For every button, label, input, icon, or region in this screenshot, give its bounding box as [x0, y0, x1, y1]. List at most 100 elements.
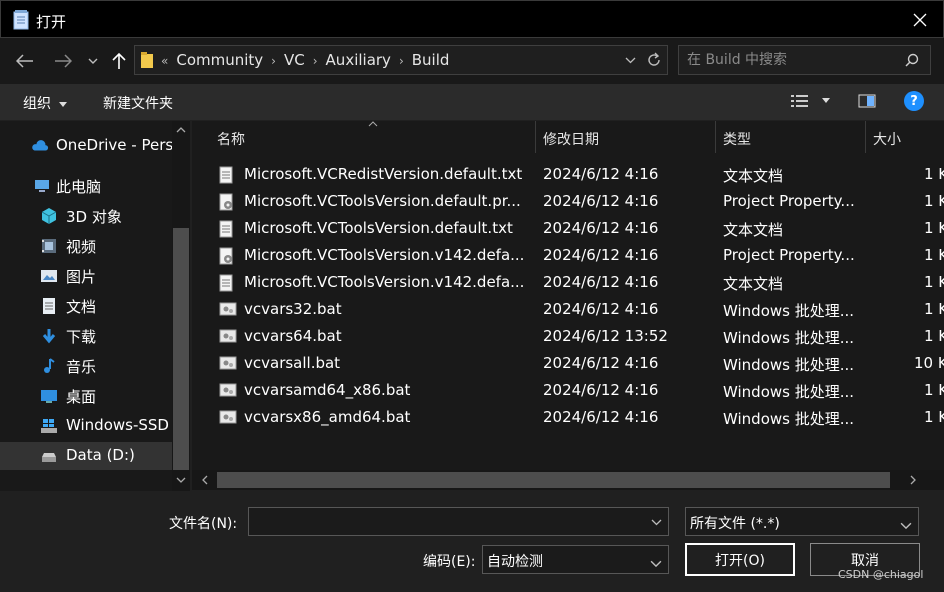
file-type-filter-select[interactable]: 所有文件 (*.*): [685, 507, 919, 536]
file-row[interactable]: Microsoft.VCToolsVersion.v142.defa... 202…: [192, 242, 944, 269]
encoding-value: 自动检测: [487, 554, 543, 570]
column-header-name[interactable]: 名称: [217, 129, 245, 149]
chevron-right-icon[interactable]: ›: [313, 51, 318, 71]
watermark-text: CSDN @chiagol: [838, 568, 924, 581]
address-dropdown-icon[interactable]: [625, 57, 636, 64]
file-name: Microsoft.VCToolsVersion.default.txt: [244, 219, 513, 237]
file-row[interactable]: Microsoft.VCToolsVersion.v142.defa... 202…: [192, 269, 944, 296]
file-name: vcvars32.bat: [244, 300, 342, 318]
forward-button[interactable]: [48, 46, 78, 76]
breadcrumb-build[interactable]: Build: [412, 51, 450, 71]
cube-icon: [41, 208, 57, 224]
breadcrumb-vc[interactable]: VC: [284, 51, 305, 71]
file-row[interactable]: Microsoft.VCToolsVersion.default.txt 2024…: [192, 215, 944, 242]
sidebar-item-music[interactable]: 音乐: [0, 352, 172, 380]
sidebar-item-label: Data (D:): [66, 446, 135, 464]
download-icon: [42, 329, 56, 344]
scroll-down-icon[interactable]: [176, 477, 186, 483]
open-button[interactable]: 打开(O): [685, 543, 795, 576]
file-type: Windows 批处理...: [723, 329, 855, 347]
file-row[interactable]: vcvarsx86_amd64.bat 2024/6/12 4:16 Windows…: [192, 404, 944, 431]
sidebar-item-data-d[interactable]: Data (D:): [0, 442, 172, 470]
file-name: vcvars64.bat: [244, 327, 342, 345]
sidebar-item-desktop[interactable]: 桌面: [0, 382, 172, 410]
cloud-icon: [32, 140, 49, 151]
sidebar-item-3d-objects[interactable]: 3D 对象: [0, 202, 172, 230]
sidebar-item-onedrive[interactable]: OneDrive - Pers: [0, 132, 172, 160]
column-divider[interactable]: [535, 121, 536, 153]
column-header-size[interactable]: 大小: [873, 129, 901, 149]
search-box[interactable]: [678, 45, 931, 75]
file-row[interactable]: vcvars64.bat 2024/6/12 13:52 Windows 批处理..…: [192, 323, 944, 350]
file-row[interactable]: Microsoft.VCRedistVersion.default.txt 202…: [192, 161, 944, 188]
sidebar-item-this-pc[interactable]: 此电脑: [0, 172, 172, 200]
folder-icon: [141, 52, 153, 68]
column-header-modified[interactable]: 修改日期: [543, 129, 599, 149]
file-name: Microsoft.VCRedistVersion.default.txt: [244, 165, 523, 183]
props-file-icon: [219, 247, 235, 269]
file-size: 1 K: [924, 327, 944, 345]
new-folder-button[interactable]: 新建文件夹: [103, 93, 173, 113]
sidebar-item-documents[interactable]: 文档: [0, 292, 172, 320]
breadcrumb-community[interactable]: Community: [176, 51, 263, 71]
back-button[interactable]: [10, 46, 40, 76]
organize-button[interactable]: 组织: [23, 93, 68, 113]
chevron-right-icon[interactable]: ›: [399, 51, 404, 71]
organize-label: 组织: [23, 96, 51, 112]
column-divider[interactable]: [865, 121, 866, 153]
navigation-scroll-thumb[interactable]: [173, 228, 189, 470]
scroll-right-icon[interactable]: [910, 475, 916, 485]
file-type: 文本文档: [723, 275, 784, 293]
file-modified: 2024/6/12 4:16: [543, 300, 659, 318]
file-modified: 2024/6/12 4:16: [543, 273, 659, 291]
column-header-type[interactable]: 类型: [723, 129, 751, 149]
navigation-pane: OneDrive - Pers 此电脑 3D 对象 视频 图片 文档 下载 音乐…: [0, 121, 172, 491]
search-icon[interactable]: [905, 53, 919, 67]
close-button[interactable]: [897, 1, 943, 38]
file-size: 1 K: [924, 192, 944, 210]
sidebar-item-label: 3D 对象: [66, 208, 122, 226]
refresh-icon[interactable]: [646, 52, 662, 68]
file-name: vcvarsx86_amd64.bat: [244, 408, 411, 426]
command-toolbar: 组织 新建文件夹 ?: [0, 84, 944, 120]
breadcrumb-auxiliary[interactable]: Auxiliary: [326, 51, 391, 71]
batch-file-icon: [219, 409, 237, 429]
recent-locations-button[interactable]: [79, 46, 107, 76]
chevron-down-icon[interactable]: [651, 519, 662, 526]
search-input[interactable]: [687, 50, 897, 70]
sidebar-item-label: 文档: [66, 298, 97, 316]
window-title: 打开: [36, 13, 67, 31]
preview-pane-button[interactable]: [858, 93, 876, 113]
file-modified: 2024/6/12 4:16: [543, 165, 659, 183]
sidebar-item-label: 图片: [66, 268, 97, 286]
sidebar-item-pictures[interactable]: 图片: [0, 262, 172, 290]
forward-arrow-icon: [55, 54, 72, 68]
up-arrow-icon: [112, 52, 126, 69]
up-button[interactable]: [104, 46, 134, 76]
help-icon[interactable]: ?: [904, 91, 924, 111]
chevron-right-icon[interactable]: ›: [271, 51, 276, 71]
file-size: 1 K: [924, 408, 944, 426]
file-modified: 2024/6/12 4:16: [543, 192, 659, 210]
file-row[interactable]: Microsoft.VCToolsVersion.default.pr... 20…: [192, 188, 944, 215]
file-list-hscroll-thumb[interactable]: [217, 472, 890, 488]
sidebar-item-videos[interactable]: 视频: [0, 232, 172, 260]
file-row[interactable]: vcvarsall.bat 2024/6/12 4:16 Windows 批处理..…: [192, 350, 944, 377]
file-row[interactable]: vcvars32.bat 2024/6/12 4:16 Windows 批处理...…: [192, 296, 944, 323]
sidebar-item-label: 下载: [66, 328, 97, 346]
file-row[interactable]: vcvarsamd64_x86.bat 2024/6/12 4:16 Windows…: [192, 377, 944, 404]
sidebar-item-windows-ssd[interactable]: Windows-SSD: [0, 412, 172, 440]
address-bar[interactable]: « Community › VC › Auxiliary › Build: [134, 45, 668, 75]
file-type: Windows 批处理...: [723, 302, 855, 320]
scroll-up-icon[interactable]: [176, 127, 186, 133]
file-size: 1 K: [924, 219, 944, 237]
sidebar-item-label: 视频: [66, 238, 97, 256]
preview-pane-icon: [858, 94, 876, 108]
scroll-left-icon[interactable]: [202, 475, 208, 485]
view-options-button[interactable]: [790, 93, 830, 113]
sidebar-item-downloads[interactable]: 下载: [0, 322, 172, 350]
encoding-select[interactable]: 自动检测: [482, 545, 669, 574]
breadcrumb-overflow[interactable]: «: [161, 51, 168, 71]
column-divider[interactable]: [715, 121, 716, 153]
filename-input[interactable]: [248, 507, 669, 536]
